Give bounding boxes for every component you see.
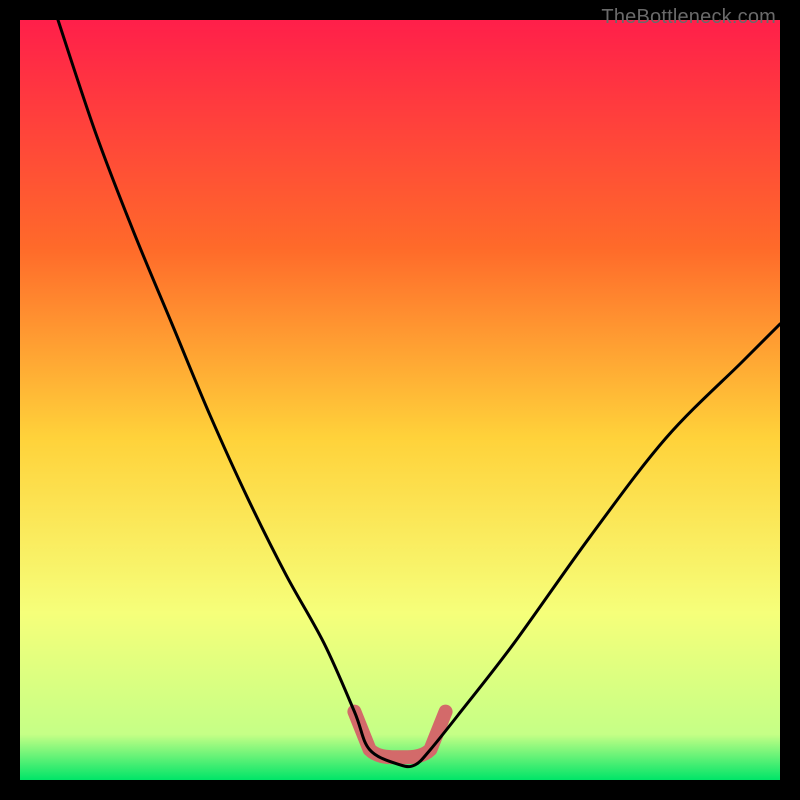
chart-container: TheBottleneck.com [0,0,800,800]
plot-area [20,20,780,780]
gradient-background [20,20,780,780]
chart-svg [20,20,780,780]
watermark-text: TheBottleneck.com [601,6,776,29]
